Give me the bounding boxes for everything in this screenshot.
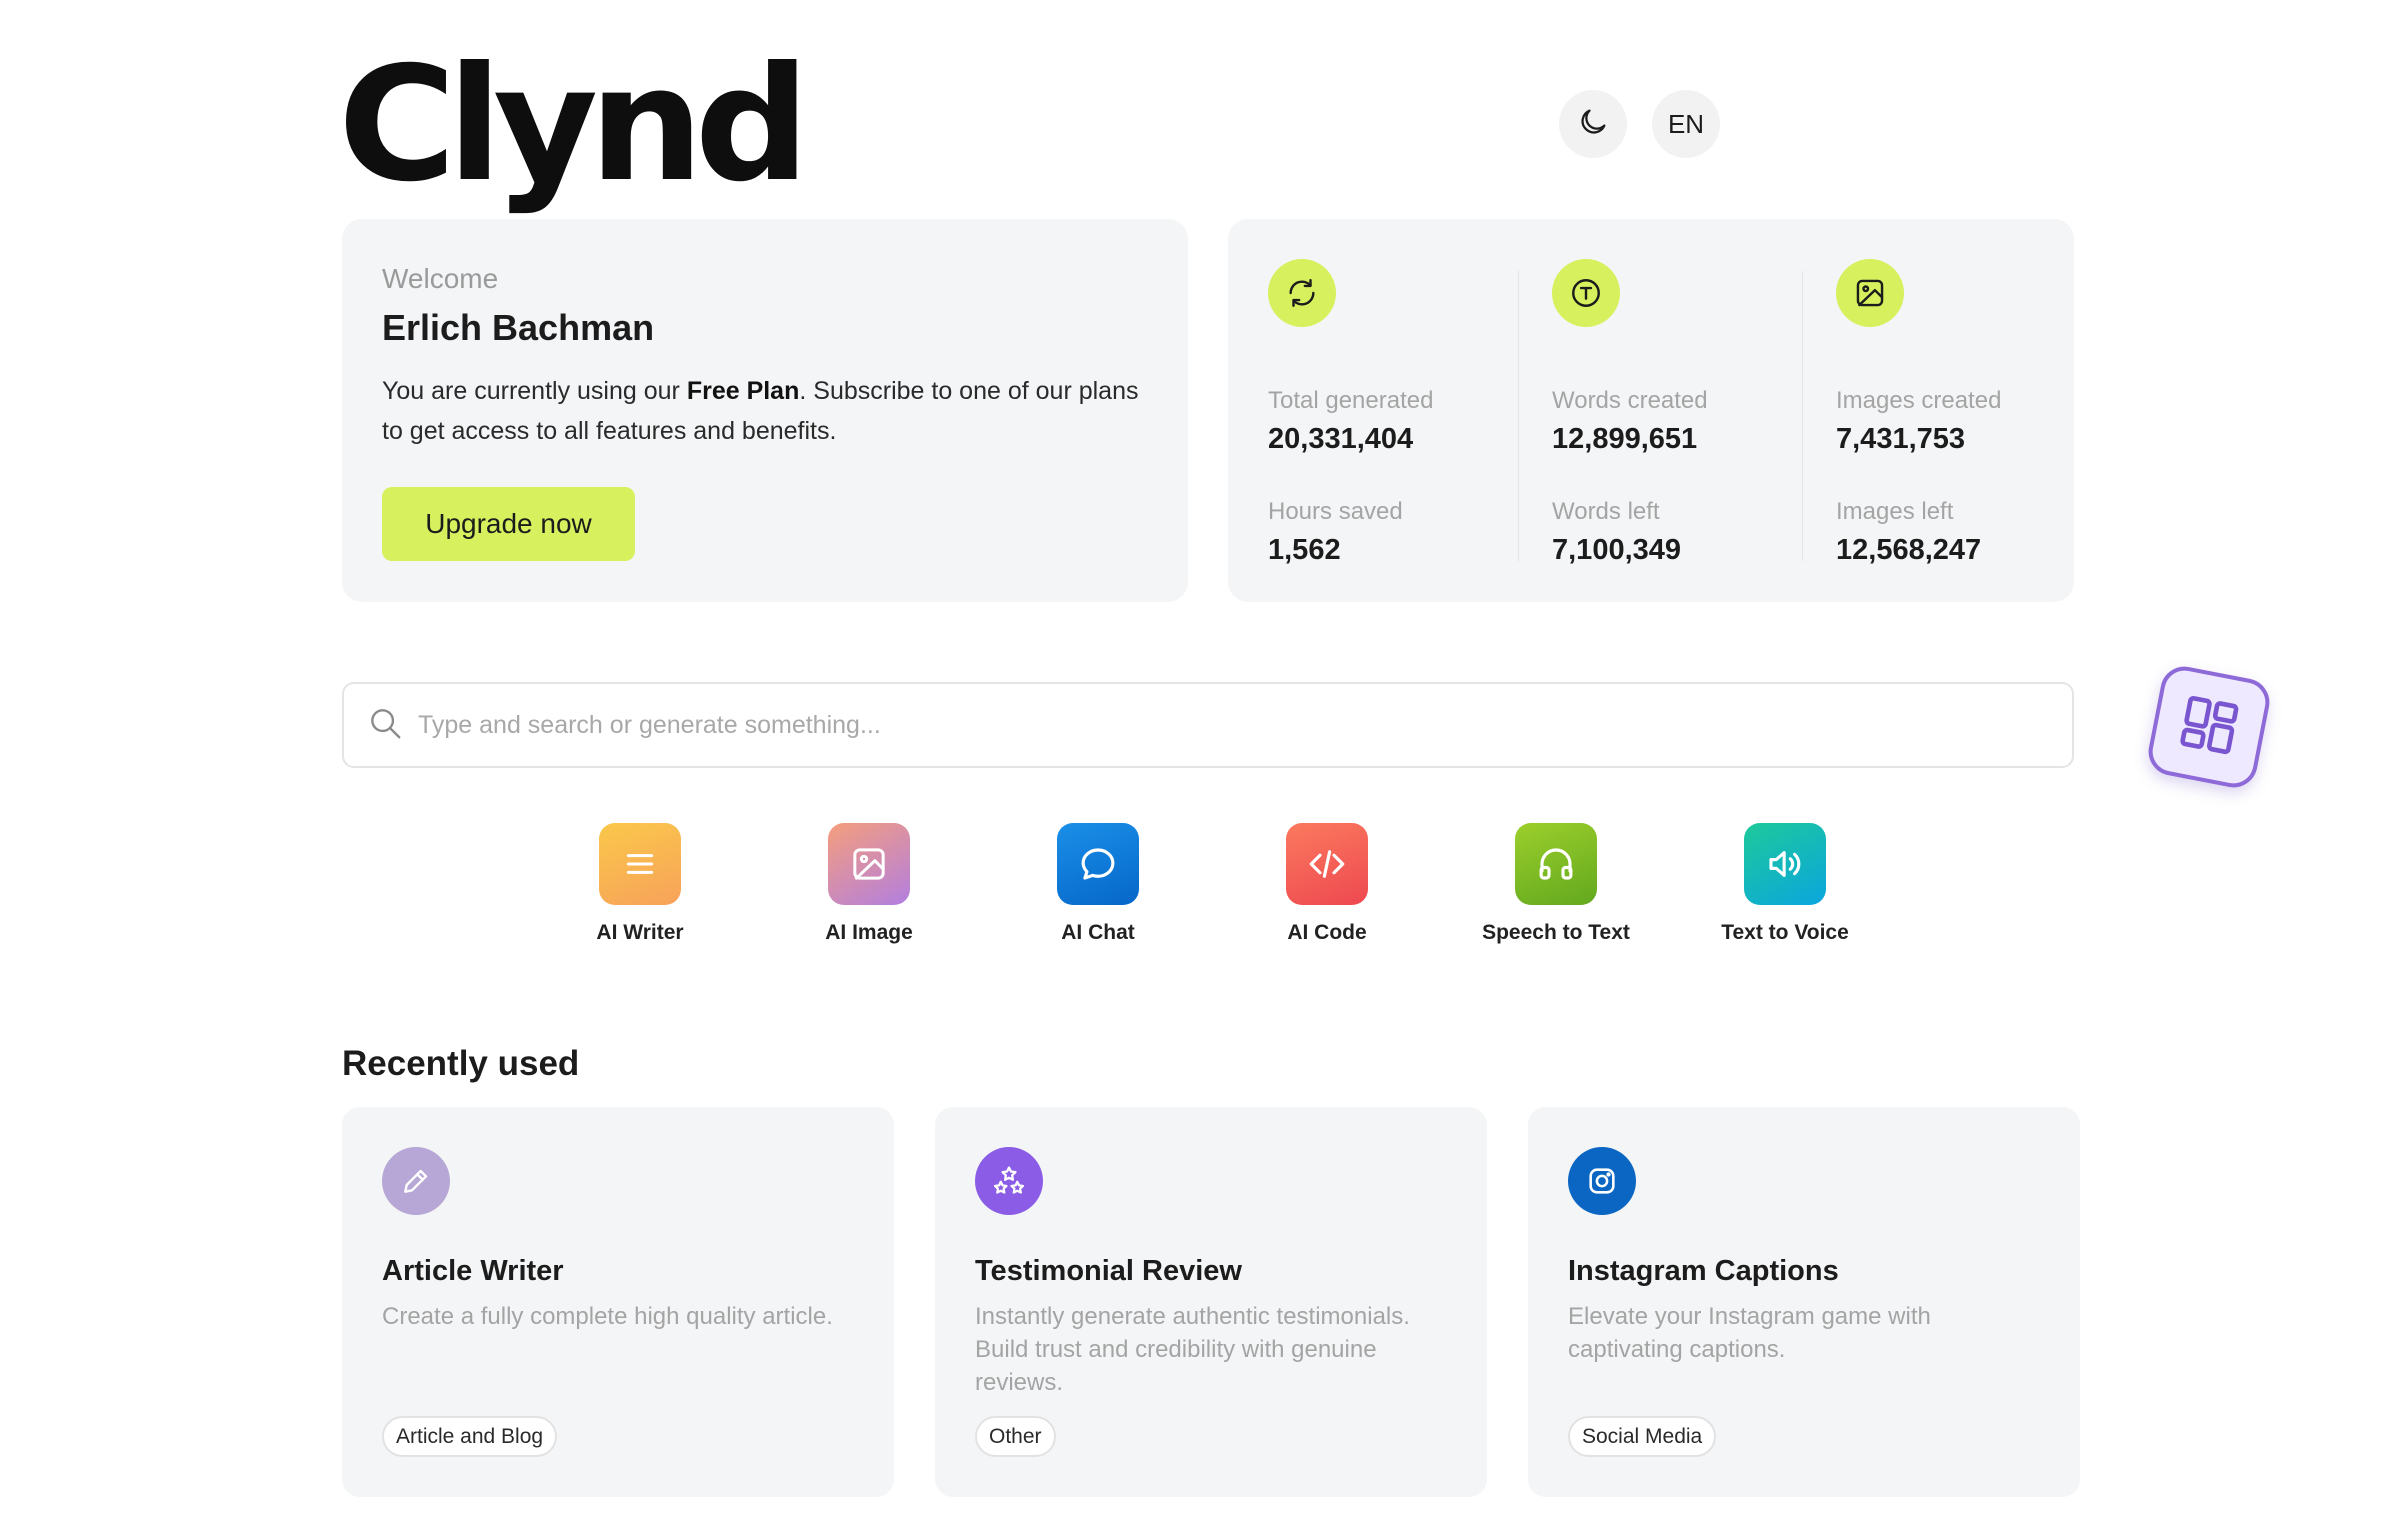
recent-card-instagram-captions[interactable]: Instagram Captions Elevate your Instagra… [1528, 1107, 2080, 1497]
category-tag: Article and Blog [382, 1416, 558, 1457]
text-icon [1552, 259, 1620, 327]
tool-label: AI Image [825, 921, 913, 944]
user-name: Erlich Bachman [382, 307, 655, 348]
plan-name: Free Plan [686, 377, 800, 405]
tool-ai-code[interactable]: AI Code [1227, 823, 1427, 945]
stars-icon [975, 1147, 1043, 1215]
tool-speech-to-text[interactable]: Speech to Text [1456, 823, 1656, 945]
stat-column-total: Total generated 20,331,404 Hours saved 1… [1268, 259, 1498, 567]
stat-label: Images left [1836, 498, 1954, 525]
stats-divider [1802, 271, 1803, 561]
stat-value: 12,899,651 [1552, 423, 1698, 455]
speaker-icon [1744, 823, 1826, 905]
image-icon [828, 823, 910, 905]
tool-label: AI Chat [1061, 921, 1135, 944]
recent-card-testimonial-review[interactable]: Testimonial Review Instantly generate au… [935, 1107, 1487, 1497]
refresh-icon [1268, 259, 1336, 327]
tool-ai-image[interactable]: AI Image [769, 823, 969, 945]
search-bar [342, 682, 2074, 768]
stat-label: Words created [1552, 387, 1708, 414]
stat-value: 1,562 [1268, 534, 1341, 566]
stat-value: 12,568,247 [1836, 534, 1982, 566]
tool-label: AI Writer [596, 921, 684, 944]
tool-ai-writer[interactable]: AI Writer [540, 823, 740, 945]
tool-text-to-voice[interactable]: Text to Voice [1685, 823, 1885, 945]
tool-label: Text to Voice [1721, 921, 1849, 944]
apps-grid-icon [2172, 688, 2246, 766]
language-button[interactable]: EN [1652, 90, 1720, 158]
tool-label: AI Code [1287, 921, 1367, 944]
apps-widget-button[interactable] [2144, 662, 2274, 792]
instagram-icon [1568, 1147, 1636, 1215]
category-tag: Other [975, 1416, 1056, 1457]
code-icon [1286, 823, 1368, 905]
stat-column-images: Images created 7,431,753 Images left 12,… [1836, 259, 2066, 567]
moon-icon [1576, 105, 1610, 144]
recently-used-heading: Recently used [342, 1044, 580, 1083]
welcome-greeting: Welcome [382, 263, 499, 294]
upgrade-button[interactable]: Upgrade now [382, 487, 635, 561]
stats-card: Total generated 20,331,404 Hours saved 1… [1228, 219, 2074, 602]
stat-label: Words left [1552, 498, 1660, 525]
recent-card-article-writer[interactable]: Article Writer Create a fully complete h… [342, 1107, 894, 1497]
stat-label: Images created [1836, 387, 2002, 414]
recent-card-description: Elevate your Instagram game with captiva… [1568, 1303, 1931, 1363]
lines-icon [599, 823, 681, 905]
recent-card-title: Article Writer [382, 1255, 564, 1287]
stat-value: 7,431,753 [1836, 423, 1966, 455]
stat-label: Hours saved [1268, 498, 1403, 525]
pencil-icon [382, 1147, 450, 1215]
stat-label: Total generated [1268, 387, 1434, 414]
image-icon [1836, 259, 1904, 327]
plan-description: You are currently using our Free Plan. S… [382, 377, 1139, 445]
stat-value: 7,100,349 [1552, 534, 1682, 566]
stat-value: 20,331,404 [1268, 423, 1414, 455]
tool-ai-chat[interactable]: AI Chat [998, 823, 1198, 945]
recent-card-description: Create a fully complete high quality art… [382, 1303, 833, 1330]
recent-card-description: Instantly generate authentic testimonial… [975, 1303, 1410, 1396]
app-logo: Clynd [338, 33, 810, 217]
recent-card-title: Testimonial Review [975, 1255, 1242, 1287]
welcome-card: Welcome Erlich Bachman You are currently… [342, 219, 1188, 602]
theme-toggle-button[interactable] [1559, 90, 1627, 158]
stats-divider [1518, 271, 1519, 561]
headphones-icon [1515, 823, 1597, 905]
search-input[interactable] [418, 710, 2018, 740]
recent-card-title: Instagram Captions [1568, 1255, 1839, 1287]
chat-bubble-icon [1057, 823, 1139, 905]
tool-label: Speech to Text [1482, 921, 1630, 944]
stat-column-words: Words created 12,899,651 Words left 7,10… [1552, 259, 1782, 567]
category-tag: Social Media [1568, 1416, 1717, 1457]
search-icon [366, 704, 404, 747]
